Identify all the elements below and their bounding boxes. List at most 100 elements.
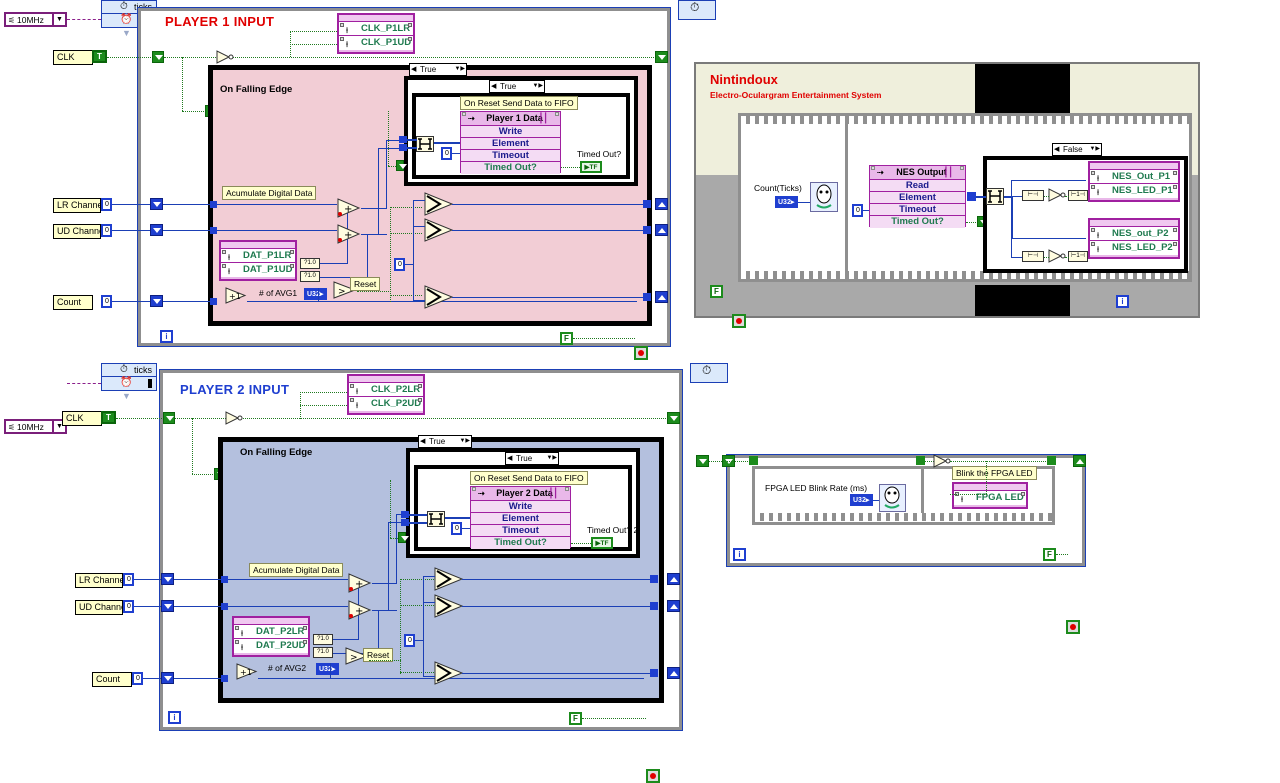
player2-clock-enum[interactable]: ⚟ 10MHz ▼ xyxy=(4,419,67,434)
player2-lr-channel-terminal[interactable]: 0 xyxy=(123,573,134,586)
player2-fifo-node[interactable]: ⇢ Player 2 Data ⎮⎮ Write Element Timeout… xyxy=(470,486,571,549)
player2-ud-channel-control[interactable]: UD Channel xyxy=(75,600,128,615)
player1-select-node-count[interactable] xyxy=(424,285,454,309)
player1-count-control[interactable]: Count xyxy=(53,295,93,310)
io-line-row[interactable]: ⍿ NES_out_P2 xyxy=(1090,227,1178,241)
player1-build-cluster-node[interactable] xyxy=(416,136,434,152)
player2-inner-case-selector[interactable]: True xyxy=(505,452,559,465)
player2-select-node-ud[interactable] xyxy=(434,594,464,618)
player1-count-terminal[interactable]: 0 xyxy=(101,295,112,308)
io-line-row[interactable]: ⍿ NES_LED_P2 xyxy=(1090,241,1178,255)
io-line-row[interactable]: ⍿ CLK_P1LR xyxy=(339,22,413,36)
nintindoux-split-number-p1-icon[interactable]: ⊢⊣ xyxy=(1022,190,1044,201)
io-line-row[interactable]: ⍿ DAT_P1LR xyxy=(221,249,295,263)
player2-count-control[interactable]: Count xyxy=(92,672,132,687)
fpga-led-not-gate-icon[interactable] xyxy=(933,454,951,468)
player1-fifo-timeout-row[interactable]: Timeout xyxy=(461,150,560,162)
player1-lr-channel-control[interactable]: LR Channel xyxy=(53,198,105,213)
player2-fifo-timedout-row[interactable]: Timed Out? xyxy=(471,537,570,549)
fpga-led-stop-terminal[interactable] xyxy=(1066,620,1080,634)
io-line-row[interactable]: ⍿ NES_LED_P1 xyxy=(1090,184,1178,198)
player2-timedout-indicator[interactable]: ▶TF xyxy=(591,537,613,549)
player1-increment-node[interactable]: +1 xyxy=(225,287,247,304)
player2-fifo-timeout-constant[interactable]: 0 xyxy=(451,522,462,535)
player1-fifo-timedout-row[interactable]: Timed Out? xyxy=(461,162,560,174)
chevron-down-icon[interactable]: ▼ xyxy=(52,14,65,25)
nintindoux-array-p1-icon[interactable]: ⊢1⊣ xyxy=(1068,190,1088,201)
player2-fifo-timeout-row[interactable]: Timeout xyxy=(471,525,570,537)
nintindoux-not-gate-p2-icon[interactable] xyxy=(1048,249,1066,263)
player1-not-gate-icon[interactable] xyxy=(216,50,234,64)
player1-outer-case-selector[interactable]: True xyxy=(409,63,467,76)
player1-clk-control[interactable]: CLK xyxy=(53,50,93,65)
player2-not-gate-icon[interactable] xyxy=(225,411,243,425)
player2-build-cluster-node[interactable] xyxy=(427,511,445,527)
player1-clk-io-node[interactable]: ⍿ CLK_P1LR ⍿ CLK_P1UD xyxy=(337,13,415,54)
player2-select-node-count[interactable] xyxy=(434,661,464,685)
nintindoux-fifo-method-row[interactable]: Read xyxy=(870,180,965,192)
player1-select-zero-constant[interactable]: 0 xyxy=(394,258,405,271)
player1-add-node-ud[interactable]: + xyxy=(337,224,361,244)
player1-fifo-timeout-constant[interactable]: 0 xyxy=(441,147,452,160)
io-line-row[interactable]: ⍿ CLK_P2LR xyxy=(349,383,423,397)
player2-fifo-element-row[interactable]: Element xyxy=(471,513,570,525)
nintindoux-fifo-element-row[interactable]: Element xyxy=(870,192,965,204)
player1-avg-constant[interactable]: U32▸ xyxy=(304,288,327,300)
nintindoux-unbundle-node[interactable] xyxy=(986,188,1004,205)
player2-dat-io-node[interactable]: ⍿ DAT_P2LR ⍿ DAT_P2UD xyxy=(232,616,310,657)
nintindoux-stop-terminal[interactable] xyxy=(732,314,746,328)
nintindoux-fifo-node[interactable]: ⇢ NES Output ⎮⎮ Read Element Timeout Tim… xyxy=(869,165,966,228)
player1-fifo-element-row[interactable]: Element xyxy=(461,138,560,150)
player1-timedout-indicator[interactable]: ▶TF xyxy=(580,161,602,173)
nintindoux-io-node-p1[interactable]: ⍿ NES_Out_P1 ⍿ NES_LED_P1 xyxy=(1088,161,1180,202)
player2-select-zero-constant[interactable]: 0 xyxy=(404,634,415,647)
fpga-led-blink-constant[interactable]: U32▸ xyxy=(850,494,873,506)
player1-stop-terminal[interactable] xyxy=(634,346,648,360)
nintindoux-stop-constant[interactable]: F xyxy=(710,285,723,298)
player2-select-node-lr[interactable] xyxy=(434,567,464,591)
player2-fifo-method-row[interactable]: Write xyxy=(471,501,570,513)
nintindoux-not-gate-p1-icon[interactable] xyxy=(1048,188,1066,202)
player2-stop-constant[interactable]: F xyxy=(569,712,582,725)
io-line-row[interactable]: ⍿ DAT_P2LR xyxy=(234,625,308,639)
nintindoux-split-number-p2-icon[interactable]: ⊢⊣ xyxy=(1022,251,1044,262)
nintindoux-count-constant[interactable]: U32▸ xyxy=(775,196,798,208)
fpga-led-stop-constant[interactable]: F xyxy=(1043,548,1056,561)
fpga-led-io-node[interactable]: ⍿ FPGA LED xyxy=(952,482,1028,509)
player1-fifo-method-row[interactable]: Write xyxy=(461,126,560,138)
player2-stop-terminal[interactable] xyxy=(646,769,660,783)
player1-lr-channel-terminal[interactable]: 0 xyxy=(101,198,112,211)
player2-sctl-config[interactable]: ⏱ ticks ⏰ xyxy=(101,363,157,391)
nintindoux-fifo-timedout-row[interactable]: Timed Out? xyxy=(870,216,965,228)
player2-clk-control[interactable]: CLK xyxy=(62,411,102,426)
io-line-row[interactable]: ⍿ CLK_P1UD xyxy=(339,36,413,50)
player2-bool-to-int-node-ud[interactable]: ?1.0 xyxy=(313,647,333,658)
io-line-row[interactable]: ⍿ CLK_P2UD xyxy=(349,397,423,411)
player2-add-node-lr[interactable]: + xyxy=(348,573,372,593)
player1-ud-channel-control[interactable]: UD Channel xyxy=(53,224,106,239)
player1-stop-constant[interactable]: F xyxy=(560,332,573,345)
player2-clk-io-node[interactable]: ⍿ CLK_P2LR ⍿ CLK_P2UD xyxy=(347,374,425,415)
player1-dat-io-node[interactable]: ⍿ DAT_P1LR ⍿ DAT_P1UD xyxy=(219,240,297,281)
player1-select-node-lr[interactable] xyxy=(424,192,454,216)
player1-bool-to-int-node-ud[interactable]: ?1.0 xyxy=(300,271,320,282)
nintindoux-loop-timer-vi-icon[interactable] xyxy=(810,182,838,212)
player2-lr-channel-control[interactable]: LR Channel xyxy=(75,573,127,588)
io-line-row[interactable]: ⍿ NES_Out_P1 xyxy=(1090,170,1178,184)
fpga-led-loop-timer-vi-icon[interactable] xyxy=(879,484,906,512)
io-line-row[interactable]: ⍿ DAT_P1UD xyxy=(221,263,295,277)
nintindoux-fifo-timeout-row[interactable]: Timeout xyxy=(870,204,965,216)
player2-bool-to-int-node-lr[interactable]: ?1.0 xyxy=(313,634,333,645)
player2-outer-case-selector[interactable]: True xyxy=(418,435,472,448)
io-line-row[interactable]: ⍿ DAT_P2UD xyxy=(234,639,308,653)
player1-ud-channel-terminal[interactable]: 0 xyxy=(101,224,112,237)
nintindoux-case-selector[interactable]: False xyxy=(1052,143,1102,156)
player1-add-node-lr[interactable]: + xyxy=(337,198,361,218)
player2-clk-bool-terminal[interactable]: T xyxy=(101,411,116,424)
player1-select-node-ud[interactable] xyxy=(424,218,454,242)
player2-sctl-top-icon-box[interactable]: ⏱ xyxy=(690,363,728,383)
player1-clock-enum[interactable]: ⚟ 10MHz ▼ xyxy=(4,12,67,27)
player1-sctl-top-icon-box[interactable]: ⏱ xyxy=(678,0,716,20)
player2-count-terminal[interactable]: 0 xyxy=(132,672,143,685)
nintindoux-io-node-p2[interactable]: ⍿ NES_out_P2 ⍿ NES_LED_P2 xyxy=(1088,218,1180,259)
